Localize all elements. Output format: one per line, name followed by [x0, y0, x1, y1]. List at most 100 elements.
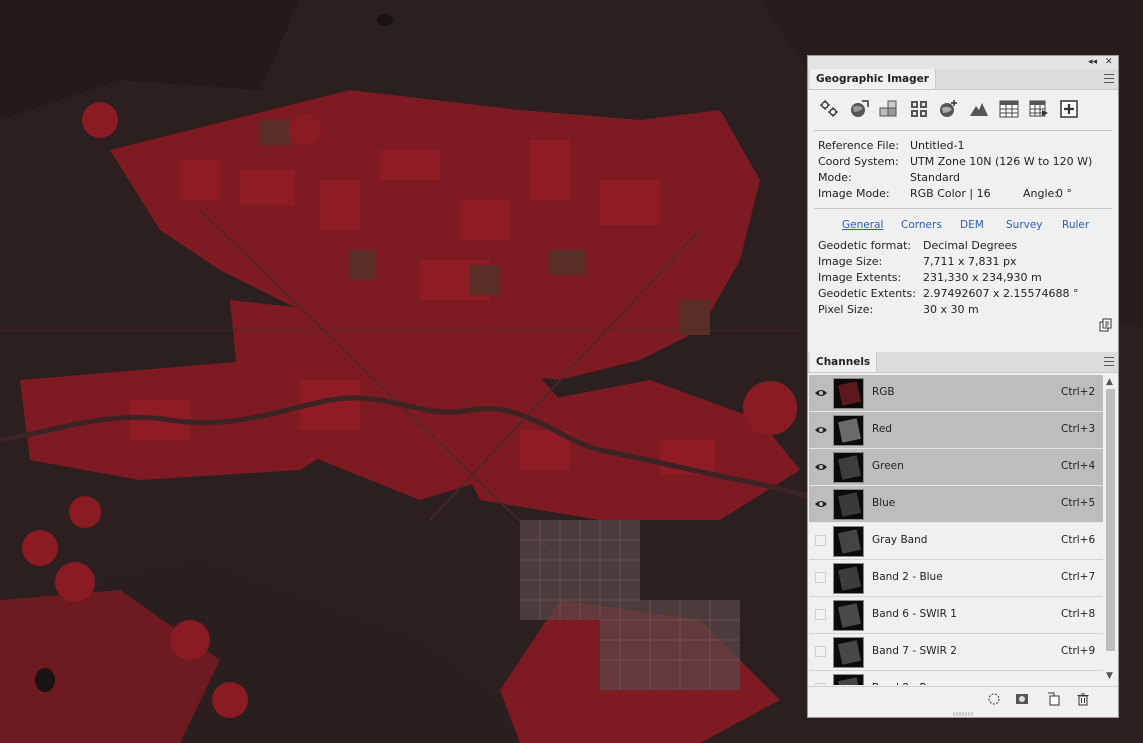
panel-resize-grip[interactable] — [953, 712, 973, 716]
channel-thumbnail — [833, 600, 864, 631]
channels-tabbar: Channels — [808, 352, 1118, 373]
channel-thumbnail — [833, 415, 864, 446]
channel-thumbnail — [833, 637, 864, 668]
geodetic-format-link[interactable]: Decimal Degrees — [923, 238, 1017, 254]
export-icon[interactable] — [1028, 98, 1050, 120]
channel-shortcut: Ctrl+8 — [1061, 608, 1096, 620]
visibility-toggle[interactable] — [815, 609, 826, 620]
panel-title-strip: ◂◂ ✕ — [808, 56, 1118, 69]
channels-list: RGB Ctrl+2 Red Ctrl+3 Green Ctrl+4 Blue Ctrl+5 G… — [809, 375, 1103, 685]
load-selection-icon[interactable] — [987, 692, 1001, 706]
visibility-eye-icon[interactable] — [814, 461, 828, 473]
tile-icon[interactable] — [908, 98, 930, 120]
channel-name: Green — [872, 460, 904, 472]
divider — [814, 208, 1112, 209]
pixel-size-value: 30 x 30 m — [923, 303, 979, 316]
channels-scrollbar[interactable]: ▲ ▼ — [1104, 375, 1118, 685]
save-selection-icon[interactable] — [1015, 692, 1029, 706]
visibility-toggle[interactable] — [815, 535, 826, 546]
channel-row[interactable]: Green Ctrl+4 — [809, 449, 1103, 486]
channel-row[interactable]: Band 2 - Blue Ctrl+7 — [809, 560, 1103, 597]
tab-channels[interactable]: Channels — [810, 352, 878, 372]
channel-row[interactable]: Band 7 - SWIR 2 Ctrl+9 — [809, 634, 1103, 671]
reference-file-link[interactable]: Untitled-1 — [910, 138, 964, 154]
channel-name: Gray Band — [872, 534, 928, 546]
channel-row[interactable]: Blue Ctrl+5 — [809, 486, 1103, 523]
terrain-shader-icon[interactable] — [968, 98, 990, 120]
copy-to-clipboard-icon[interactable] — [1099, 318, 1113, 332]
channel-thumbnail — [833, 378, 864, 409]
channel-shortcut: Ctrl+4 — [1061, 460, 1096, 472]
reference-file-label: Reference File: — [818, 139, 900, 152]
visibility-eye-icon[interactable] — [814, 498, 828, 510]
angle-value: 0 ° — [1056, 187, 1072, 200]
channels-footer — [808, 686, 1118, 711]
channel-shortcut: Ctrl+9 — [1061, 645, 1096, 657]
channel-thumbnail — [833, 489, 864, 520]
mode-label: Mode: — [818, 171, 852, 184]
image-mode-row: Image Mode: RGB Color | 16 Angle: 0 ° — [818, 186, 1108, 202]
visibility-eye-icon[interactable] — [814, 387, 828, 399]
pixel-size-label: Pixel Size: — [818, 303, 874, 316]
channel-shortcut: Ctrl+2 — [1061, 386, 1096, 398]
channels-menu-icon[interactable] — [1104, 357, 1114, 366]
reproject-icon[interactable] — [938, 98, 960, 120]
channel-shortcut: Ctrl+3 — [1061, 423, 1096, 435]
transform-icon[interactable] — [848, 98, 870, 120]
subtab-general[interactable]: General — [842, 219, 883, 231]
mosaic-icon[interactable] — [878, 98, 900, 120]
scroll-thumb[interactable] — [1106, 389, 1115, 651]
channel-thumbnail — [833, 563, 864, 594]
collapse-panel-icon[interactable]: ◂◂ — [1088, 56, 1097, 69]
image-extents-label: Image Extents: — [818, 271, 902, 284]
subtab-dem[interactable]: DEM — [960, 219, 984, 231]
channel-shortcut: Ctrl+6 — [1061, 534, 1096, 546]
channel-row[interactable]: RGB Ctrl+2 — [809, 375, 1103, 412]
tab-geographic-imager[interactable]: Geographic Imager — [810, 69, 936, 89]
visibility-eye-icon[interactable] — [814, 424, 828, 436]
add-layer-icon[interactable] — [1058, 98, 1080, 120]
subtab-ruler[interactable]: Ruler — [1062, 219, 1089, 231]
georeference-icon[interactable] — [818, 98, 840, 120]
panel-menu-icon[interactable] — [1104, 74, 1114, 83]
image-mode-label: Image Mode: — [818, 187, 890, 200]
geographic-imager-panel: ◂◂ ✕ Geographic Imager Reference File: U… — [807, 55, 1119, 718]
channel-name: Band 7 - SWIR 2 — [872, 645, 957, 657]
new-channel-icon[interactable] — [1047, 692, 1061, 706]
channel-thumbnail — [833, 526, 864, 557]
channel-name: Band 8 - Pan — [872, 682, 938, 685]
mode-value: Standard — [910, 171, 961, 184]
attribute-table-icon[interactable] — [998, 98, 1020, 120]
channel-name: Blue — [872, 497, 896, 509]
channel-name: Band 6 - SWIR 1 — [872, 608, 957, 620]
channel-thumbnail — [833, 674, 864, 685]
subtab-survey[interactable]: Survey — [1006, 219, 1043, 231]
scroll-down-icon[interactable]: ▼ — [1106, 671, 1113, 681]
channel-name: RGB — [872, 386, 895, 398]
channel-shortcut: Ctrl+7 — [1061, 571, 1096, 583]
channel-row[interactable]: Band 6 - SWIR 1 Ctrl+8 — [809, 597, 1103, 634]
delete-channel-icon[interactable] — [1076, 692, 1090, 706]
divider — [814, 130, 1112, 131]
scroll-up-icon[interactable]: ▲ — [1106, 377, 1113, 387]
channel-row[interactable]: Band 8 - Pan — [809, 671, 1103, 685]
geographic-imager-tabbar: Geographic Imager — [808, 69, 1118, 90]
image-size-value: 7,711 x 7,831 px — [923, 255, 1017, 268]
visibility-toggle[interactable] — [815, 572, 826, 583]
geodetic-format-label: Geodetic format: — [818, 239, 912, 252]
angle-label: Angle: — [1023, 187, 1059, 200]
channel-row[interactable]: Red Ctrl+3 — [809, 412, 1103, 449]
geodetic-extents-value: 2.97492607 x 2.15574688 ° — [923, 287, 1079, 300]
coord-system-link[interactable]: UTM Zone 10N (126 W to 120 W) — [910, 154, 1092, 170]
channel-name: Red — [872, 423, 892, 435]
channel-shortcut: Ctrl+5 — [1061, 497, 1096, 509]
visibility-toggle[interactable] — [815, 683, 826, 685]
image-size-label: Image Size: — [818, 255, 883, 268]
channel-name: Band 2 - Blue — [872, 571, 943, 583]
subtab-corners[interactable]: Corners — [901, 219, 942, 231]
close-panel-icon[interactable]: ✕ — [1105, 56, 1113, 69]
channel-row[interactable]: Gray Band Ctrl+6 — [809, 523, 1103, 560]
visibility-toggle[interactable] — [815, 646, 826, 657]
geodetic-extents-label: Geodetic Extents: — [818, 287, 916, 300]
channel-thumbnail — [833, 452, 864, 483]
